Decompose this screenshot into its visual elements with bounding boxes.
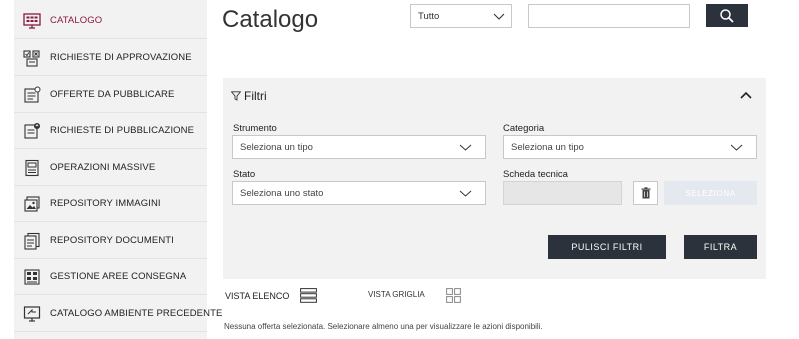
grid-view-label[interactable]: VISTA GRIGLIA — [368, 290, 425, 299]
sidebar-item-label: OPERAZIONI MASSIVE — [50, 162, 156, 173]
clear-filters-button[interactable]: PULISCI FILTRI — [548, 235, 666, 259]
delivery-area-icon — [22, 267, 42, 287]
sidebar-item-label: CATALOGO AMBIENTE PRECEDENTE — [50, 308, 223, 319]
categoria-label: Categoria — [503, 123, 545, 134]
scope-select[interactable]: Tutto — [410, 4, 512, 28]
stato-label: Stato — [233, 169, 256, 180]
sidebar-item-operazioni-massive[interactable]: OPERAZIONI MASSIVE — [14, 150, 207, 186]
funnel-icon — [231, 91, 241, 101]
page-title: Catalogo — [222, 6, 319, 33]
sidebar-item-label: REPOSITORY IMMAGINI — [50, 198, 161, 209]
strumento-label: Strumento — [233, 123, 277, 134]
trash-icon — [641, 187, 650, 199]
search-input[interactable] — [528, 4, 690, 28]
bulk-operations-icon — [22, 158, 42, 178]
sidebar-item-repository-documenti[interactable]: REPOSITORY DOCUMENTI — [14, 223, 207, 259]
chevron-down-icon — [459, 144, 472, 151]
scope-select-value: Tutto — [418, 11, 440, 22]
categoria-placeholder: Seleziona un tipo — [511, 142, 584, 153]
stato-placeholder: Seleziona uno stato — [240, 188, 324, 199]
chevron-down-icon — [459, 190, 472, 197]
filters-header: Filtri — [231, 89, 267, 103]
sidebar-item-label: REPOSITORY DOCUMENTI — [50, 235, 174, 246]
publish-request-icon — [22, 121, 42, 141]
previous-environment-monitor-icon — [22, 304, 42, 324]
scheda-tecnica-label: Scheda tecnica — [503, 169, 568, 180]
apply-filters-button[interactable]: FILTRA — [684, 235, 757, 259]
chevron-up-icon[interactable] — [739, 89, 753, 101]
sidebar-item-catalogo[interactable]: CATALOGO — [14, 3, 207, 39]
document-repository-icon — [22, 231, 42, 251]
sidebar-item-label: GESTIONE AREE CONSEGNA — [50, 271, 187, 282]
selection-status-message: Nessuna offerta selezionata. Selezionare… — [224, 322, 543, 331]
sidebar-item-label: OFFERTE DA PUBBLICARE — [50, 89, 175, 100]
sidebar-item-label: RICHIESTE DI PUBBLICAZIONE — [50, 125, 195, 136]
strumento-select[interactable]: Seleziona un tipo — [232, 135, 486, 159]
seleziona-button[interactable]: SELEZIONA — [664, 181, 757, 205]
sidebar: CATALOGO RICHIESTE DI APPROVAZIONE OFFER… — [14, 0, 222, 339]
scheda-tecnica-field[interactable] — [503, 181, 622, 205]
sidebar-item-gestione-aree-consegna[interactable]: GESTIONE AREE CONSEGNA — [14, 259, 207, 295]
sidebar-item-label: CATALOGO — [50, 15, 103, 26]
approval-checklist-icon — [22, 48, 42, 68]
list-view-label[interactable]: VISTA ELENCO — [225, 291, 289, 301]
offer-to-publish-icon — [22, 85, 42, 105]
filters-title: Filtri — [244, 89, 267, 103]
search-icon — [720, 8, 734, 23]
remove-file-button[interactable] — [633, 181, 658, 205]
search-button[interactable] — [706, 4, 748, 27]
sidebar-item-label: RICHIESTE DI APPROVAZIONE — [50, 52, 192, 63]
sidebar-item-catalogo-ambiente-precedente[interactable]: CATALOGO AMBIENTE PRECEDENTE — [14, 296, 222, 332]
stato-select[interactable]: Seleziona uno stato — [232, 181, 486, 205]
sidebar-item-richieste-approvazione[interactable]: RICHIESTE DI APPROVAZIONE — [14, 40, 207, 76]
catalog-grid-icon — [22, 11, 42, 31]
chevron-down-icon — [730, 144, 743, 151]
filters-panel: Filtri Strumento Seleziona un tipo Categ… — [223, 78, 766, 279]
strumento-placeholder: Seleziona un tipo — [240, 142, 313, 153]
image-repository-icon — [22, 194, 42, 214]
grid-view-icon[interactable] — [446, 288, 461, 303]
list-view-icon[interactable] — [300, 288, 317, 303]
categoria-select[interactable]: Seleziona un tipo — [503, 135, 757, 159]
sidebar-item-repository-immagini[interactable]: REPOSITORY IMMAGINI — [14, 186, 207, 222]
sidebar-item-richieste-pubblicazione[interactable]: RICHIESTE DI PUBBLICAZIONE — [14, 113, 207, 149]
sidebar-item-offerte-da-pubblicare[interactable]: OFFERTE DA PUBBLICARE — [14, 77, 207, 113]
chevron-down-icon — [493, 13, 505, 20]
